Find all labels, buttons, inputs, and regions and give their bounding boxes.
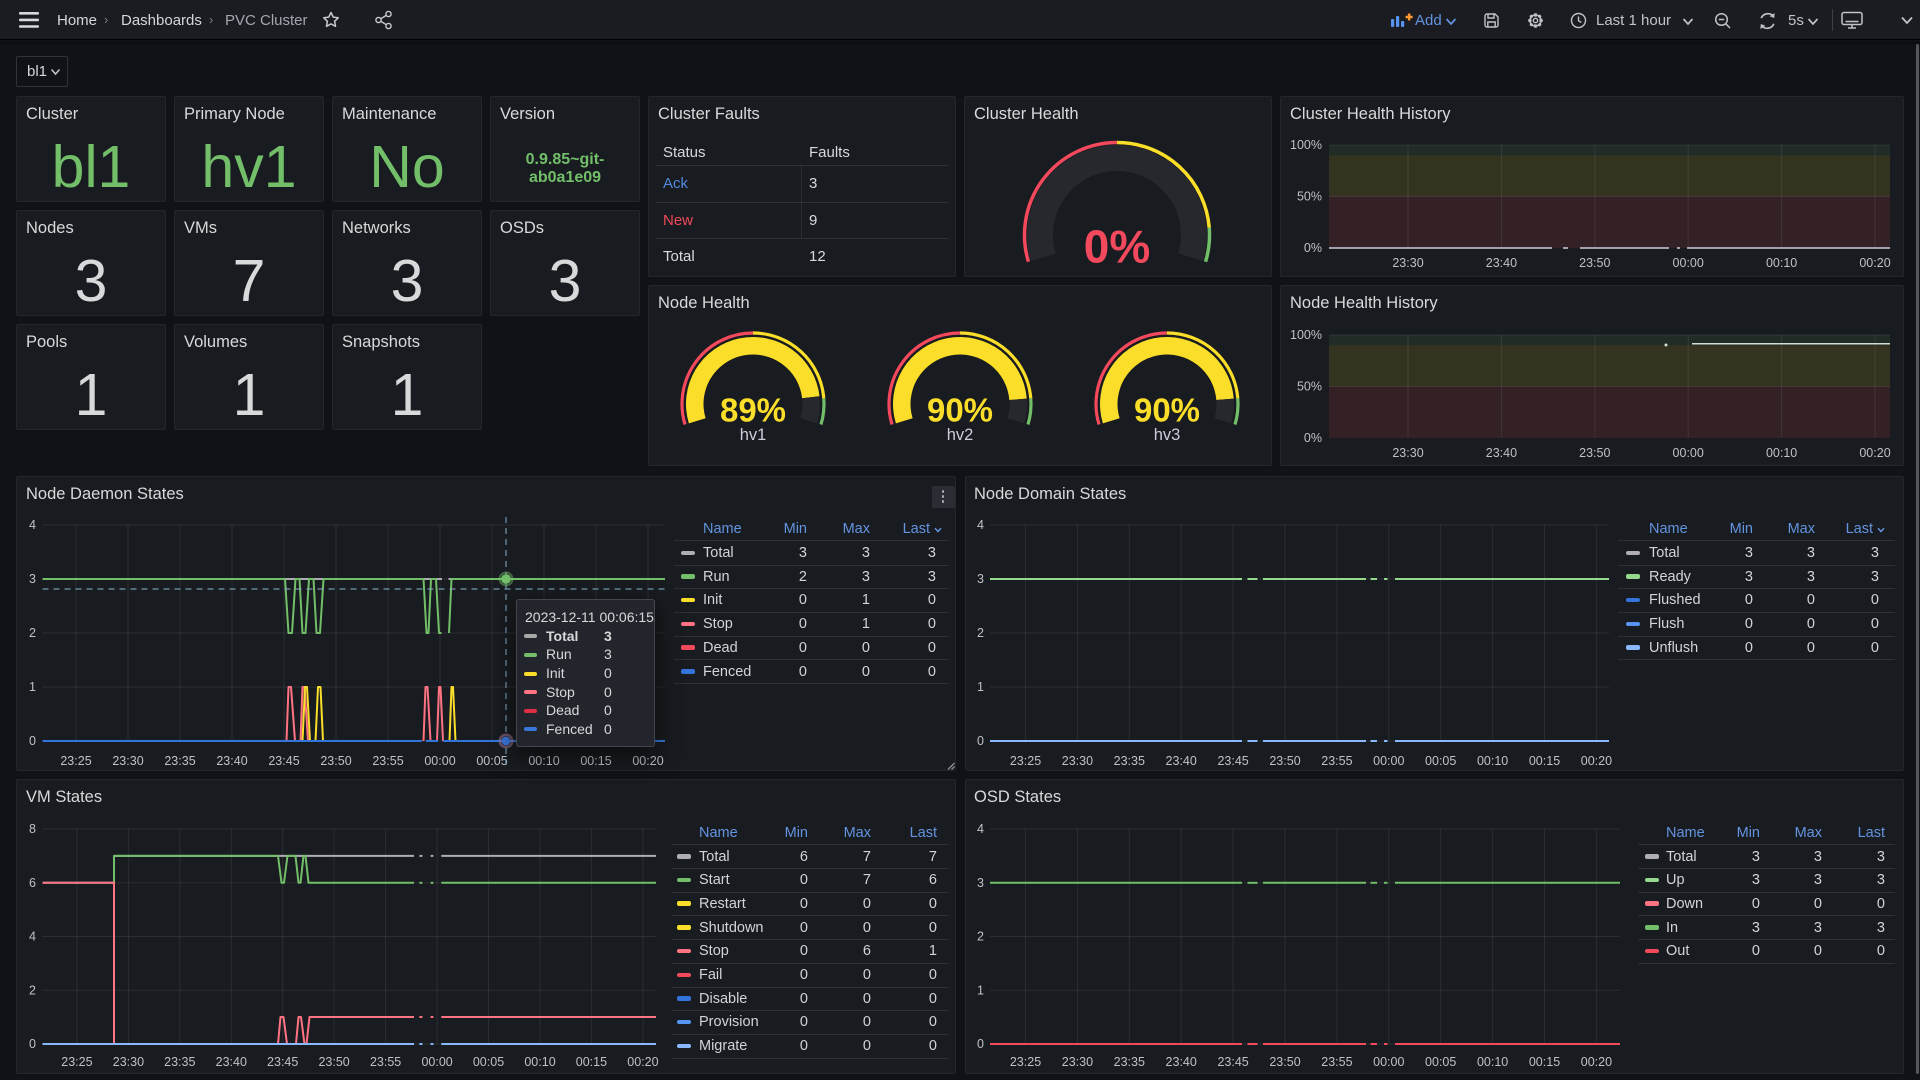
svg-text:23:35: 23:35 <box>1114 754 1145 768</box>
svg-text:2: 2 <box>977 930 984 944</box>
svg-text:00:00: 00:00 <box>1673 256 1704 270</box>
svg-text:23:25: 23:25 <box>61 1055 92 1069</box>
svg-text:23:45: 23:45 <box>1217 1055 1248 1069</box>
svg-text:6: 6 <box>29 876 36 890</box>
svg-text:0: 0 <box>29 734 36 748</box>
svg-text:2: 2 <box>977 626 984 640</box>
svg-text:00:20: 00:20 <box>1859 256 1890 270</box>
svg-text:23:40: 23:40 <box>1166 754 1197 768</box>
svg-text:3: 3 <box>29 572 36 586</box>
svg-text:23:30: 23:30 <box>1062 754 1093 768</box>
svg-text:0%: 0% <box>1304 431 1322 445</box>
svg-text:3: 3 <box>977 572 984 586</box>
svg-text:23:50: 23:50 <box>318 1055 349 1069</box>
svg-text:00:05: 00:05 <box>476 754 507 768</box>
svg-text:00:20: 00:20 <box>1581 1055 1612 1069</box>
svg-text:00:00: 00:00 <box>1373 1055 1404 1069</box>
svg-text:2: 2 <box>29 626 36 640</box>
svg-text:23:40: 23:40 <box>1166 1055 1197 1069</box>
svg-text:1: 1 <box>977 983 984 997</box>
svg-text:23:25: 23:25 <box>60 754 91 768</box>
svg-text:90%: 90% <box>927 392 993 429</box>
svg-text:00:10: 00:10 <box>528 754 559 768</box>
svg-text:00:05: 00:05 <box>1425 754 1456 768</box>
svg-text:4: 4 <box>29 518 36 532</box>
svg-text:50%: 50% <box>1297 380 1322 394</box>
svg-text:23:35: 23:35 <box>164 1055 195 1069</box>
svg-text:00:20: 00:20 <box>1581 754 1612 768</box>
svg-text:0: 0 <box>977 734 984 748</box>
svg-text:23:30: 23:30 <box>113 1055 144 1069</box>
svg-text:23:50: 23:50 <box>1269 1055 1300 1069</box>
svg-text:00:20: 00:20 <box>1859 446 1890 460</box>
svg-text:00:00: 00:00 <box>424 754 455 768</box>
svg-text:23:50: 23:50 <box>1579 446 1610 460</box>
svg-text:00:20: 00:20 <box>632 754 663 768</box>
svg-text:00:20: 00:20 <box>627 1055 658 1069</box>
svg-text:4: 4 <box>29 930 36 944</box>
svg-text:00:10: 00:10 <box>524 1055 555 1069</box>
svg-text:00:00: 00:00 <box>1373 754 1404 768</box>
svg-text:23:45: 23:45 <box>1217 754 1248 768</box>
svg-text:23:50: 23:50 <box>320 754 351 768</box>
svg-text:4: 4 <box>977 822 984 836</box>
svg-text:23:45: 23:45 <box>268 754 299 768</box>
svg-text:00:15: 00:15 <box>576 1055 607 1069</box>
svg-text:1: 1 <box>29 680 36 694</box>
svg-text:23:30: 23:30 <box>112 754 143 768</box>
svg-text:23:35: 23:35 <box>1114 1055 1145 1069</box>
svg-text:90%: 90% <box>1134 392 1200 429</box>
svg-text:00:15: 00:15 <box>1529 1055 1560 1069</box>
svg-text:23:55: 23:55 <box>1321 1055 1352 1069</box>
svg-text:23:55: 23:55 <box>1321 754 1352 768</box>
svg-text:0: 0 <box>977 1037 984 1051</box>
svg-text:23:50: 23:50 <box>1579 256 1610 270</box>
svg-text:00:10: 00:10 <box>1766 446 1797 460</box>
svg-text:00:05: 00:05 <box>473 1055 504 1069</box>
svg-text:89%: 89% <box>720 392 786 429</box>
svg-text:00:15: 00:15 <box>1529 754 1560 768</box>
svg-text:hv2: hv2 <box>947 426 974 444</box>
svg-text:hv1: hv1 <box>740 426 767 444</box>
svg-text:23:45: 23:45 <box>267 1055 298 1069</box>
svg-text:8: 8 <box>29 822 36 836</box>
svg-text:23:55: 23:55 <box>372 754 403 768</box>
svg-text:23:50: 23:50 <box>1269 754 1300 768</box>
svg-text:00:10: 00:10 <box>1766 256 1797 270</box>
svg-text:50%: 50% <box>1297 190 1322 204</box>
svg-text:00:00: 00:00 <box>421 1055 452 1069</box>
svg-text:23:40: 23:40 <box>216 1055 247 1069</box>
svg-text:00:05: 00:05 <box>1425 1055 1456 1069</box>
svg-text:0: 0 <box>29 1037 36 1051</box>
svg-text:23:40: 23:40 <box>216 754 247 768</box>
svg-text:23:25: 23:25 <box>1010 1055 1041 1069</box>
svg-text:hv3: hv3 <box>1154 426 1181 444</box>
svg-text:4: 4 <box>977 518 984 532</box>
svg-text:2: 2 <box>29 983 36 997</box>
svg-text:23:30: 23:30 <box>1062 1055 1093 1069</box>
svg-text:0%: 0% <box>1084 221 1150 273</box>
svg-text:00:10: 00:10 <box>1477 1055 1508 1069</box>
svg-text:100%: 100% <box>1290 138 1322 152</box>
svg-text:23:35: 23:35 <box>164 754 195 768</box>
svg-text:3: 3 <box>977 876 984 890</box>
svg-text:0%: 0% <box>1304 241 1322 255</box>
svg-text:23:30: 23:30 <box>1392 256 1423 270</box>
svg-text:00:15: 00:15 <box>580 754 611 768</box>
svg-text:00:10: 00:10 <box>1477 754 1508 768</box>
svg-text:100%: 100% <box>1290 328 1322 342</box>
svg-text:23:30: 23:30 <box>1392 446 1423 460</box>
svg-text:00:00: 00:00 <box>1673 446 1704 460</box>
svg-text:23:25: 23:25 <box>1010 754 1041 768</box>
svg-text:23:55: 23:55 <box>370 1055 401 1069</box>
svg-text:23:40: 23:40 <box>1486 446 1517 460</box>
svg-text:1: 1 <box>977 680 984 694</box>
svg-text:23:40: 23:40 <box>1486 256 1517 270</box>
